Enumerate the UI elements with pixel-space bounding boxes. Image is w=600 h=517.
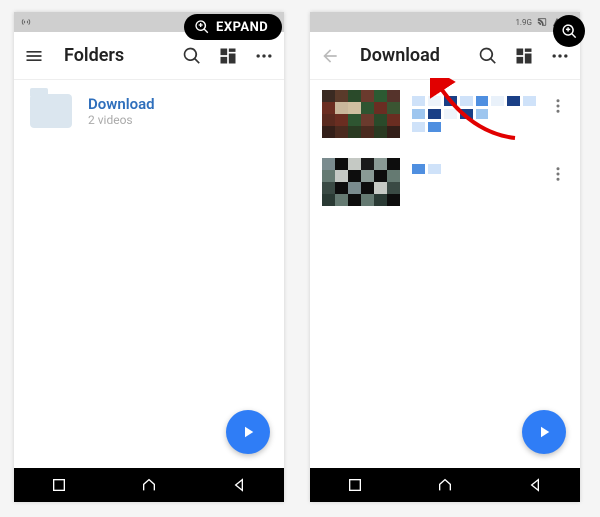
folder-icon	[30, 94, 72, 128]
magnify-plus-icon	[561, 23, 578, 40]
phone-folders: 0:14 Folders	[14, 12, 284, 502]
nav-bar	[310, 468, 580, 502]
folder-list: Download 2 videos	[14, 80, 284, 468]
view-toggle-icon[interactable]	[514, 46, 534, 66]
nav-bar	[14, 468, 284, 502]
zoom-button[interactable]	[553, 15, 585, 47]
page-title: Download	[360, 45, 458, 66]
more-icon[interactable]	[254, 46, 274, 66]
video-row[interactable]	[310, 80, 580, 148]
video-thumbnail	[322, 158, 400, 206]
nav-home-icon[interactable]	[436, 476, 454, 494]
row-more-icon[interactable]	[548, 164, 568, 184]
row-more-icon[interactable]	[548, 96, 568, 116]
folder-name: Download	[88, 95, 155, 113]
status-net: 1.9G	[515, 18, 532, 27]
nav-back-icon[interactable]	[230, 476, 248, 494]
magnify-plus-icon	[194, 19, 210, 35]
video-meta	[412, 96, 536, 132]
page-title: Folders	[64, 45, 162, 66]
folder-subtitle: 2 videos	[88, 113, 155, 127]
video-row[interactable]	[310, 148, 580, 216]
expand-button[interactable]: EXPAND	[184, 14, 282, 40]
expand-label: EXPAND	[216, 20, 268, 35]
folder-row-download[interactable]: Download 2 videos	[14, 80, 284, 142]
more-icon[interactable]	[550, 46, 570, 66]
play-fab[interactable]	[226, 410, 270, 454]
cast-icon	[536, 17, 548, 27]
status-bar: 1.9G	[310, 12, 580, 32]
nav-back-icon[interactable]	[526, 476, 544, 494]
nav-recent-icon[interactable]	[50, 476, 68, 494]
nav-home-icon[interactable]	[140, 476, 158, 494]
nav-recent-icon[interactable]	[346, 476, 364, 494]
phone-download: 1.9G Download	[310, 12, 580, 502]
search-icon[interactable]	[182, 46, 202, 66]
play-fab[interactable]	[522, 410, 566, 454]
search-icon[interactable]	[478, 46, 498, 66]
menu-icon[interactable]	[24, 46, 44, 66]
video-list	[310, 80, 580, 468]
view-toggle-icon[interactable]	[218, 46, 238, 66]
app-bar: Download	[310, 32, 580, 80]
back-icon[interactable]	[320, 46, 340, 66]
video-thumbnail	[322, 90, 400, 138]
video-meta	[412, 164, 536, 200]
broadcast-icon	[20, 16, 32, 28]
